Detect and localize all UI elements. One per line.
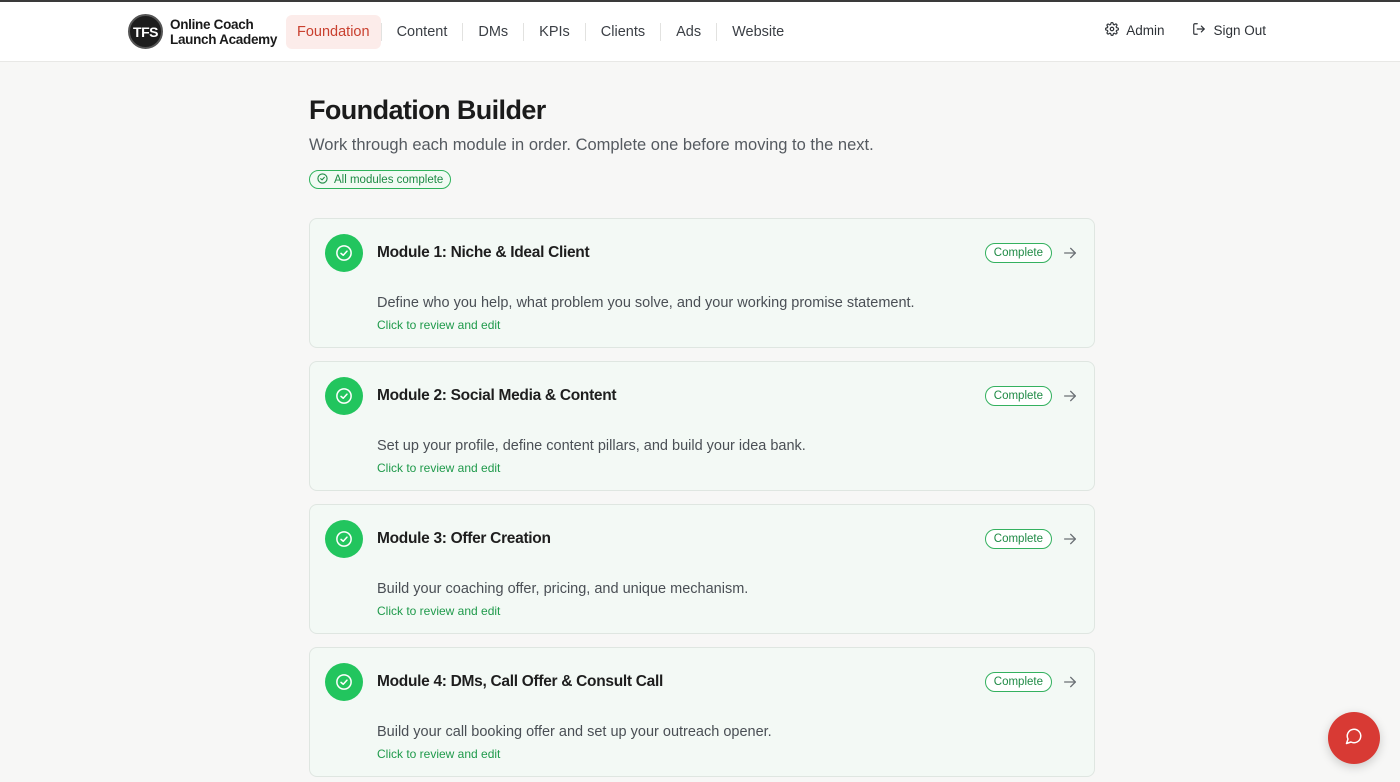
module-description: Set up your profile, define content pill…: [377, 438, 806, 454]
brand-name-line-2: Launch Academy: [170, 31, 278, 47]
module-description: Build your call booking offer and set up…: [377, 724, 772, 740]
top-actions: Admin Sign Out: [1077, 22, 1266, 39]
arrow-right-icon[interactable]: [1062, 674, 1078, 695]
status-badge: Complete: [984, 672, 1052, 692]
nav-item-ads[interactable]: Ads: [661, 15, 716, 49]
nav-item-kpis[interactable]: KPIs: [524, 15, 585, 49]
all-complete-label: All modules complete: [334, 173, 444, 186]
module-title: Module 2: Social Media & Content: [377, 387, 617, 404]
review-edit-link[interactable]: Click to review and edit: [377, 318, 500, 332]
all-complete-badge: All modules complete: [309, 170, 452, 189]
module-description: Define who you help, what problem you so…: [377, 295, 915, 311]
check-circle-icon: [325, 234, 363, 272]
module-card[interactable]: Module 1: Niche & Ideal Client Complete …: [309, 218, 1095, 348]
brand-name: Online Coach Launch Academy: [170, 17, 277, 47]
module-title: Module 4: DMs, Call Offer & Consult Call: [377, 673, 663, 690]
sign-out-icon: [1192, 22, 1213, 39]
top-navigation-bar: TFS Online Coach Launch Academy Foundati…: [0, 0, 1400, 62]
page-header: Foundation Builder Work through each mod…: [309, 90, 1095, 189]
arrow-right-icon[interactable]: [1062, 531, 1078, 552]
main-nav: Foundation Content DMs KPIs Clients Ads …: [286, 15, 799, 49]
chat-bubble-icon: [1345, 727, 1363, 750]
module-card[interactable]: Module 3: Offer Creation Complete Build …: [309, 504, 1095, 634]
module-card[interactable]: Module 2: Social Media & Content Complet…: [309, 361, 1095, 491]
nav-item-foundation[interactable]: Foundation: [286, 15, 381, 49]
arrow-right-icon[interactable]: [1062, 388, 1078, 409]
nav-item-dms[interactable]: DMs: [463, 15, 523, 49]
brand-logo: TFS: [128, 14, 163, 49]
module-title: Module 3: Offer Creation: [377, 530, 551, 547]
page-title: Foundation Builder: [309, 95, 546, 125]
sign-out-button[interactable]: Sign Out: [1192, 22, 1266, 39]
module-description: Build your coaching offer, pricing, and …: [377, 581, 749, 597]
admin-button[interactable]: Admin: [1105, 22, 1164, 39]
nav-item-content[interactable]: Content: [382, 15, 463, 49]
check-circle-icon: [325, 663, 363, 701]
nav-item-website[interactable]: Website: [717, 15, 799, 49]
gear-icon: [1105, 22, 1126, 39]
page-subtitle: Work through each module in order. Compl…: [309, 136, 874, 154]
arrow-right-icon[interactable]: [1062, 245, 1078, 266]
review-edit-link[interactable]: Click to review and edit: [377, 604, 500, 618]
review-edit-link[interactable]: Click to review and edit: [377, 747, 500, 761]
sign-out-label: Sign Out: [1213, 23, 1266, 38]
check-circle-icon: [317, 172, 334, 187]
status-badge: Complete: [984, 529, 1052, 549]
nav-item-clients[interactable]: Clients: [586, 15, 660, 49]
check-circle-icon: [325, 377, 363, 415]
chat-button[interactable]: [1328, 712, 1380, 764]
review-edit-link[interactable]: Click to review and edit: [377, 461, 500, 475]
brand-name-line-1: Online Coach: [170, 16, 254, 32]
module-title: Module 1: Niche & Ideal Client: [377, 244, 590, 261]
status-badge: Complete: [984, 386, 1052, 406]
module-card[interactable]: Module 4: DMs, Call Offer & Consult Call…: [309, 647, 1095, 777]
check-circle-icon: [325, 520, 363, 558]
brand[interactable]: TFS Online Coach Launch Academy: [128, 14, 277, 49]
status-badge: Complete: [984, 243, 1052, 263]
admin-label: Admin: [1126, 23, 1165, 38]
